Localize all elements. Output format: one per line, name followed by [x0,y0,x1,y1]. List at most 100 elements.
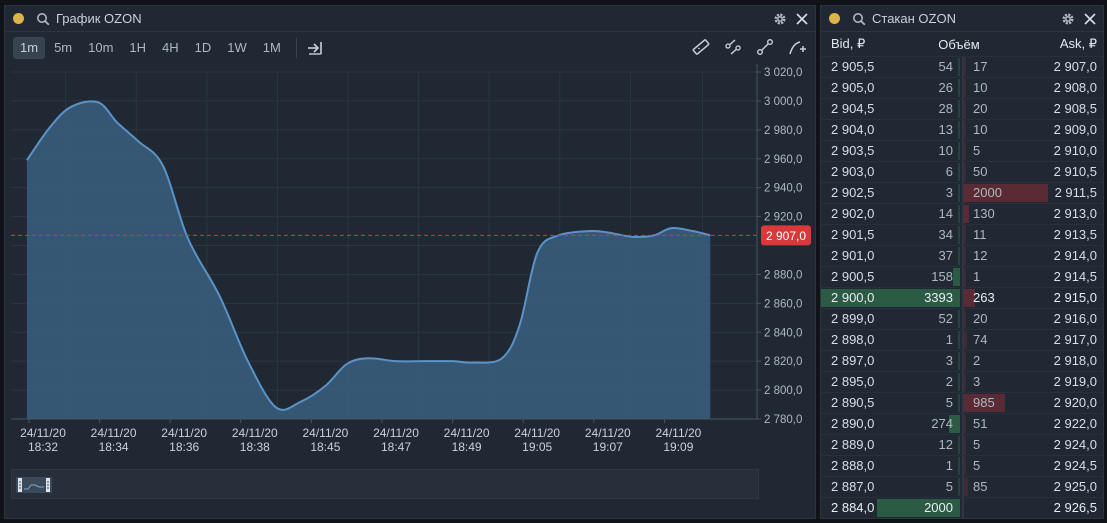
bid-price: 2 898,0 [831,332,875,347]
timeframe-1m[interactable]: 1m [13,37,46,59]
bid-price: 2 902,0 [831,206,875,221]
ask-volume: 10 [973,80,988,95]
bid-price: 2 884,0 [831,500,875,515]
x-tick-label: 24/11/20 19:05 [514,426,560,454]
ask-volume: 12 [973,248,988,263]
ask-volume-bar [964,247,966,265]
ruler-icon[interactable] [691,37,711,57]
bid-volume: 5 [945,479,953,494]
bid-volume: 34 [938,227,953,242]
bid-volume-bar [953,268,960,286]
ask-price: 2 908,0 [1053,80,1097,95]
order-book-row[interactable]: 2 898,0 1 74 2 917,0 [821,329,1103,350]
y-tick-label: 3 000,0 [764,96,802,108]
spread-divider [962,225,964,245]
ask-volume-bar [964,142,966,160]
navigator-handle[interactable] [16,475,52,495]
bid-price: 2 902,5 [831,185,875,200]
timeframe-1w[interactable]: 1W [220,37,254,59]
timeframe-10m[interactable]: 10m [81,37,120,59]
add-drawing-icon[interactable] [787,37,807,57]
link-color-dot[interactable] [829,13,840,24]
order-book-row[interactable]: 2 904,0 13 10 2 909,0 [821,119,1103,140]
jump-to-latest-icon[interactable] [305,38,325,58]
bid-price: 2 900,5 [831,269,875,284]
order-book-row[interactable]: 2 897,0 3 2 2 918,0 [821,350,1103,371]
order-book-row[interactable]: 2 890,5 5 985 2 920,0 [821,392,1103,413]
spread-divider [962,456,964,476]
ask-price: 2 915,0 [1053,290,1097,305]
ask-volume: 130 [973,206,995,221]
bid-volume: 274 [931,416,953,431]
ask-price: 2 916,0 [1053,311,1097,326]
link-color-dot[interactable] [13,13,24,24]
order-book-row[interactable]: 2 899,0 52 20 2 916,0 [821,308,1103,329]
x-tick-label: 24/11/20 18:36 [161,426,207,454]
bid-price: 2 887,0 [831,479,875,494]
y-tick-label: 2 960,0 [764,154,802,166]
spread-divider [962,183,964,203]
timeframe-5m[interactable]: 5m [47,37,79,59]
ask-price: 2 914,0 [1053,248,1097,263]
bid-volume: 10 [938,143,953,158]
order-book-row[interactable]: 2 890,0 274 51 2 922,0 [821,413,1103,434]
timeframe-4h[interactable]: 4H [155,37,186,59]
bid-volume-bar [958,373,960,391]
price-chart[interactable]: 2 907,0 2 780,0 2 800,0 2 820,0 2 840,0 2 860… [5,64,815,464]
gear-icon[interactable] [773,12,787,26]
y-tick-label: 2 820,0 [764,356,802,368]
order-book-row[interactable]: 2 900,0 3393 263 2 915,0 [821,287,1103,308]
x-tick-label: 24/11/20 18:47 [373,426,419,454]
y-tick-label: 2 920,0 [764,212,802,224]
order-book-row[interactable]: 2 887,0 5 85 2 925,0 [821,476,1103,497]
bid-volume: 28 [938,101,953,116]
ask-price: 2 908,5 [1053,101,1097,116]
timeframe-1d[interactable]: 1D [188,37,219,59]
close-icon[interactable] [1083,12,1097,26]
bid-volume: 13 [938,122,953,137]
timeframe-1h[interactable]: 1H [122,37,153,59]
ask-volume-bar [964,436,966,454]
y-tick-label: 2 840,0 [764,327,802,339]
order-book-row[interactable]: 2 884,0 2000 2 926,5 [821,497,1103,518]
x-tick-label: 24/11/20 18:49 [444,426,490,454]
bid-volume: 1 [945,332,953,347]
chart-navigator[interactable] [11,469,759,499]
order-book-row[interactable]: 2 903,5 10 5 2 910,0 [821,140,1103,161]
ask-volume-bar [964,478,968,496]
spread-divider [962,57,964,77]
order-book-row[interactable]: 2 902,0 14 130 2 913,0 [821,203,1103,224]
order-book-row[interactable]: 2 904,5 28 20 2 908,5 [821,98,1103,119]
timeframe-1mo[interactable]: 1M [256,37,288,59]
order-book-row[interactable]: 2 901,5 34 11 2 913,5 [821,224,1103,245]
ask-price: 2 922,0 [1053,416,1097,431]
parallel-lines-icon[interactable] [723,37,743,57]
order-book-row[interactable]: 2 889,0 12 5 2 924,0 [821,434,1103,455]
spread-divider [962,78,964,98]
trend-line-icon[interactable] [755,37,775,57]
bid-volume: 6 [945,164,953,179]
ask-price: 2 913,5 [1053,227,1097,242]
search-icon[interactable] [36,12,50,26]
bid-volume-bar [958,142,960,160]
bid-volume: 3 [945,185,953,200]
order-book-row[interactable]: 2 900,5 158 1 2 914,5 [821,266,1103,287]
order-book-row[interactable]: 2 888,0 1 5 2 924,5 [821,455,1103,476]
order-book-row[interactable]: 2 895,0 2 3 2 919,0 [821,371,1103,392]
bid-volume-bar [958,163,960,181]
order-book-row[interactable]: 2 902,5 3 2000 2 911,5 [821,182,1103,203]
order-book-row[interactable]: 2 905,0 26 10 2 908,0 [821,77,1103,98]
close-icon[interactable] [795,12,809,26]
chart-panel-title: График OZON [56,11,142,26]
order-book-row[interactable]: 2 903,0 6 50 2 910,5 [821,161,1103,182]
x-tick-label: 24/11/20 18:45 [302,426,348,454]
bid-price: 2 903,5 [831,143,875,158]
spread-divider [962,288,964,308]
ask-volume: 85 [973,479,988,494]
ask-volume-bar [964,205,970,223]
gear-icon[interactable] [1061,12,1075,26]
search-icon[interactable] [852,12,866,26]
order-book-row[interactable]: 2 901,0 37 12 2 914,0 [821,245,1103,266]
order-book-row[interactable]: 2 905,5 54 17 2 907,0 [821,56,1103,77]
chart-panel-header: График OZON [5,6,815,32]
